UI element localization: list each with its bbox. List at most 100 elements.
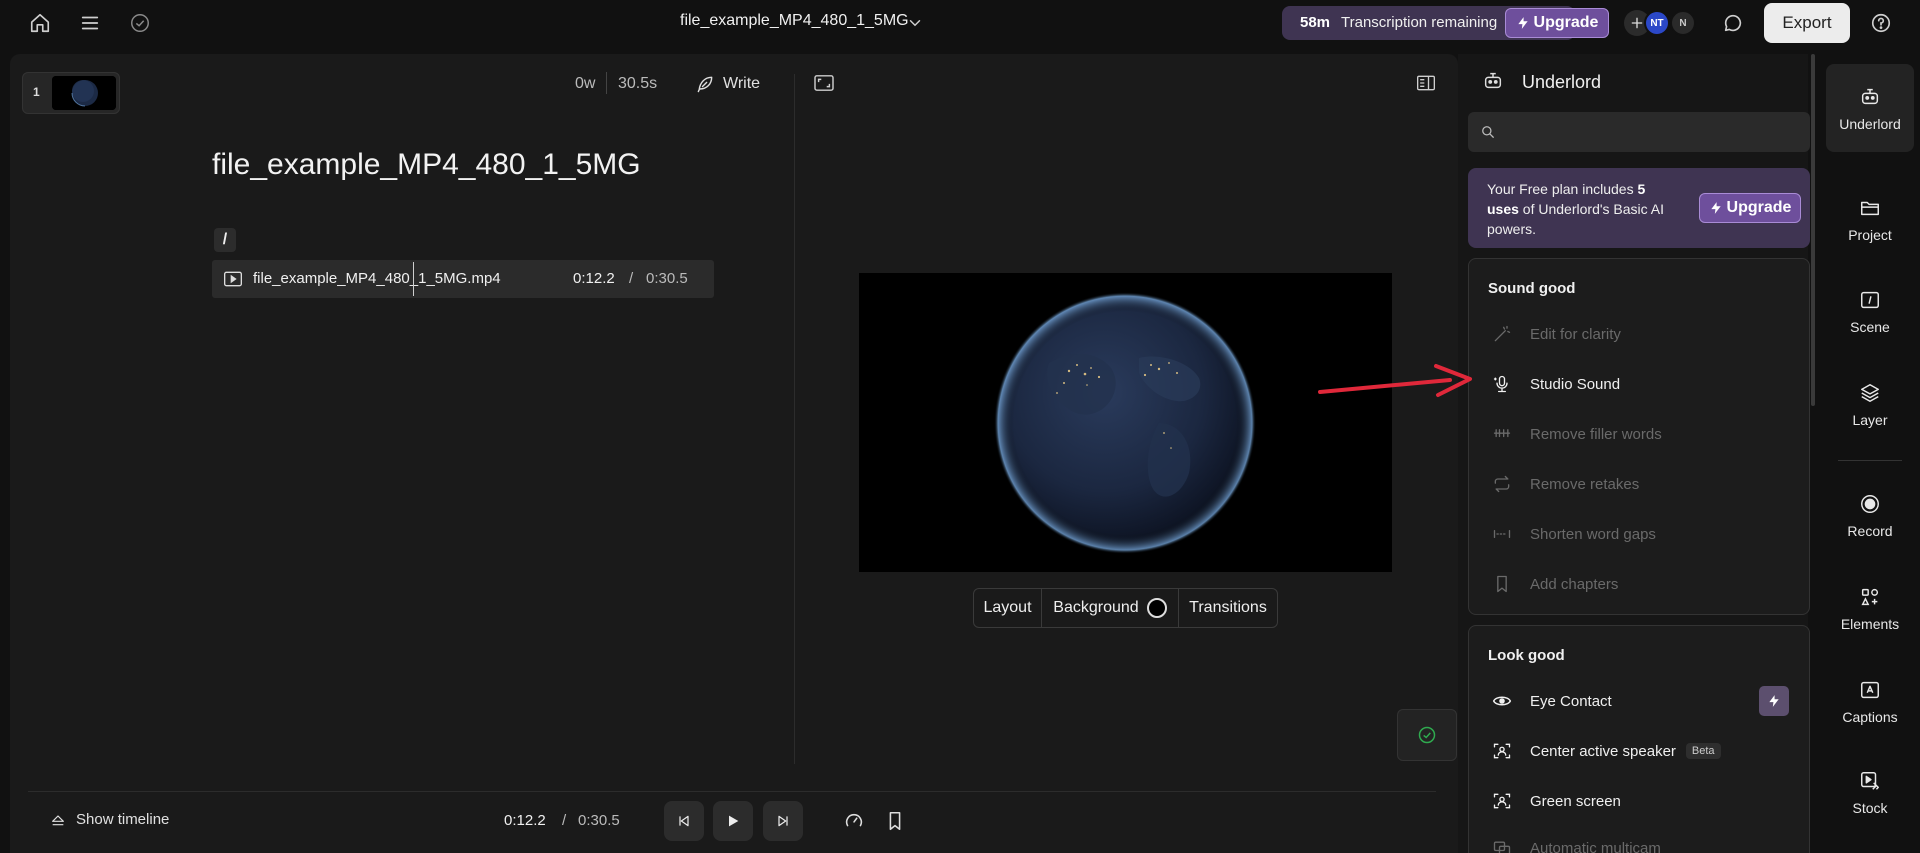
clip-current-time: 0:12.2 bbox=[573, 270, 615, 287]
eye-contact-item[interactable]: Eye Contact bbox=[1490, 689, 1612, 713]
comments-icon[interactable] bbox=[1722, 12, 1744, 34]
lightning-icon bbox=[1767, 693, 1781, 709]
slash-command-chip[interactable]: / bbox=[214, 228, 236, 252]
upgrade-button[interactable]: Upgrade bbox=[1699, 193, 1801, 223]
annotation-arrow bbox=[1318, 360, 1472, 400]
scene-icon bbox=[1859, 289, 1881, 311]
show-timeline-label: Show timeline bbox=[76, 811, 170, 828]
saved-check-icon bbox=[129, 12, 151, 34]
rail-label: Captions bbox=[1842, 709, 1898, 725]
export-button[interactable]: Export bbox=[1764, 3, 1850, 43]
layers-icon bbox=[1859, 382, 1881, 404]
captions-icon bbox=[1859, 679, 1881, 701]
pane-divider[interactable] bbox=[794, 74, 795, 764]
rail-label: Stock bbox=[1852, 800, 1888, 816]
home-icon[interactable] bbox=[29, 12, 51, 34]
divider bbox=[606, 72, 607, 94]
time-separator: / bbox=[562, 812, 567, 829]
look-good-heading: Look good bbox=[1488, 647, 1565, 664]
rail-label: Underlord bbox=[1839, 116, 1901, 132]
sound-good-heading: Sound good bbox=[1488, 280, 1576, 297]
quill-icon bbox=[695, 74, 715, 94]
transitions-button[interactable]: Transitions bbox=[1179, 589, 1277, 627]
playhead-cursor[interactable] bbox=[413, 262, 414, 296]
rail-label: Record bbox=[1847, 523, 1893, 539]
document-title[interactable]: file_example_MP4_480_1_5MG bbox=[680, 12, 909, 30]
show-timeline-button[interactable]: Show timeline bbox=[50, 811, 169, 828]
add-chapters-item[interactable]: Add chapters bbox=[1490, 572, 1618, 596]
rail-item-captions[interactable]: Captions bbox=[1826, 679, 1914, 725]
rail-item-underlord[interactable]: Underlord bbox=[1826, 86, 1914, 132]
write-button[interactable]: Write bbox=[695, 72, 760, 96]
canvas-toolbar: Layout Background Transitions bbox=[973, 588, 1278, 628]
scrollbar[interactable] bbox=[1811, 54, 1815, 406]
divider bbox=[1838, 460, 1902, 461]
remove-retakes-item[interactable]: Remove retakes bbox=[1490, 472, 1639, 496]
magic-wand-icon bbox=[1490, 322, 1514, 346]
rail-item-scene[interactable]: Scene bbox=[1826, 289, 1914, 335]
clip-total-time: 0:30.5 bbox=[646, 270, 688, 287]
green-screen-item[interactable]: Green screen bbox=[1490, 789, 1621, 813]
video-clip-icon bbox=[223, 270, 243, 288]
video-preview-canvas[interactable] bbox=[859, 273, 1392, 572]
rail-item-record[interactable]: Record bbox=[1826, 493, 1914, 539]
beta-badge: Beta bbox=[1685, 743, 1721, 759]
layout-button[interactable]: Layout bbox=[974, 589, 1042, 627]
robot-icon bbox=[1859, 86, 1881, 108]
help-icon[interactable] bbox=[1870, 12, 1892, 34]
underlord-search-input[interactable] bbox=[1505, 118, 1795, 146]
avatar[interactable]: NT bbox=[1644, 10, 1670, 36]
gap-icon bbox=[1490, 522, 1514, 546]
elements-icon bbox=[1859, 586, 1881, 608]
upgrade-label: Upgrade bbox=[1726, 199, 1792, 216]
skip-back-button[interactable] bbox=[664, 801, 704, 841]
lightning-icon bbox=[1709, 200, 1723, 216]
bookmark-icon[interactable] bbox=[884, 810, 906, 832]
edit-for-clarity-item[interactable]: Edit for clarity bbox=[1490, 322, 1621, 346]
search-icon bbox=[1481, 125, 1495, 139]
save-status-indicator bbox=[1397, 709, 1457, 761]
earth-preview-image bbox=[859, 273, 1392, 572]
bookmark-icon bbox=[1490, 572, 1514, 596]
playback-speed-icon[interactable] bbox=[843, 810, 865, 832]
eject-icon bbox=[50, 812, 66, 828]
skip-forward-button[interactable] bbox=[763, 801, 803, 841]
background-label: Background bbox=[1053, 599, 1139, 616]
center-active-speaker-item[interactable]: Center active speaker Beta bbox=[1490, 739, 1721, 763]
aspect-ratio-icon[interactable] bbox=[813, 74, 835, 92]
play-button[interactable] bbox=[713, 801, 753, 841]
studio-sound-item[interactable]: Studio Sound bbox=[1490, 372, 1620, 396]
repeat-icon bbox=[1490, 472, 1514, 496]
script-duration: 30.5s bbox=[618, 75, 658, 92]
rail-item-project[interactable]: Project bbox=[1826, 197, 1914, 243]
scene-thumbnail[interactable] bbox=[52, 76, 116, 110]
chevron-down-icon[interactable] bbox=[906, 14, 924, 32]
remove-filler-words-item[interactable]: Remove filler words bbox=[1490, 422, 1662, 446]
time-separator: / bbox=[629, 270, 634, 287]
rail-item-layer[interactable]: Layer bbox=[1826, 382, 1914, 428]
script-title[interactable]: file_example_MP4_480_1_5MG bbox=[212, 148, 641, 182]
background-button[interactable]: Background bbox=[1042, 589, 1179, 627]
rail-label: Elements bbox=[1840, 616, 1900, 632]
lightning-icon bbox=[1516, 15, 1530, 31]
underlord-title: Underlord bbox=[1522, 72, 1602, 92]
robot-icon bbox=[1482, 70, 1504, 92]
upgrade-label: Upgrade bbox=[1533, 14, 1599, 31]
center-speaker-icon bbox=[1490, 739, 1514, 763]
rail-item-stock[interactable]: Stock bbox=[1826, 770, 1914, 816]
menu-icon[interactable] bbox=[79, 12, 101, 34]
rail-label: Project bbox=[1848, 227, 1892, 243]
playback-total-time: 0:30.5 bbox=[578, 812, 620, 829]
skip-forward-icon bbox=[775, 813, 791, 829]
automatic-multicam-item[interactable]: Automatic multicam bbox=[1490, 836, 1661, 853]
avatar[interactable]: N bbox=[1670, 10, 1696, 36]
eye-icon bbox=[1490, 689, 1514, 713]
upgrade-button[interactable]: Upgrade bbox=[1505, 8, 1609, 38]
panel-toggle-icon[interactable] bbox=[1416, 74, 1436, 92]
skip-back-icon bbox=[676, 813, 692, 829]
shorten-word-gaps-item[interactable]: Shorten word gaps bbox=[1490, 522, 1656, 546]
background-color-swatch bbox=[1146, 598, 1167, 618]
record-icon bbox=[1859, 493, 1881, 515]
premium-lightning-badge bbox=[1759, 686, 1789, 716]
rail-item-elements[interactable]: Elements bbox=[1826, 586, 1914, 632]
